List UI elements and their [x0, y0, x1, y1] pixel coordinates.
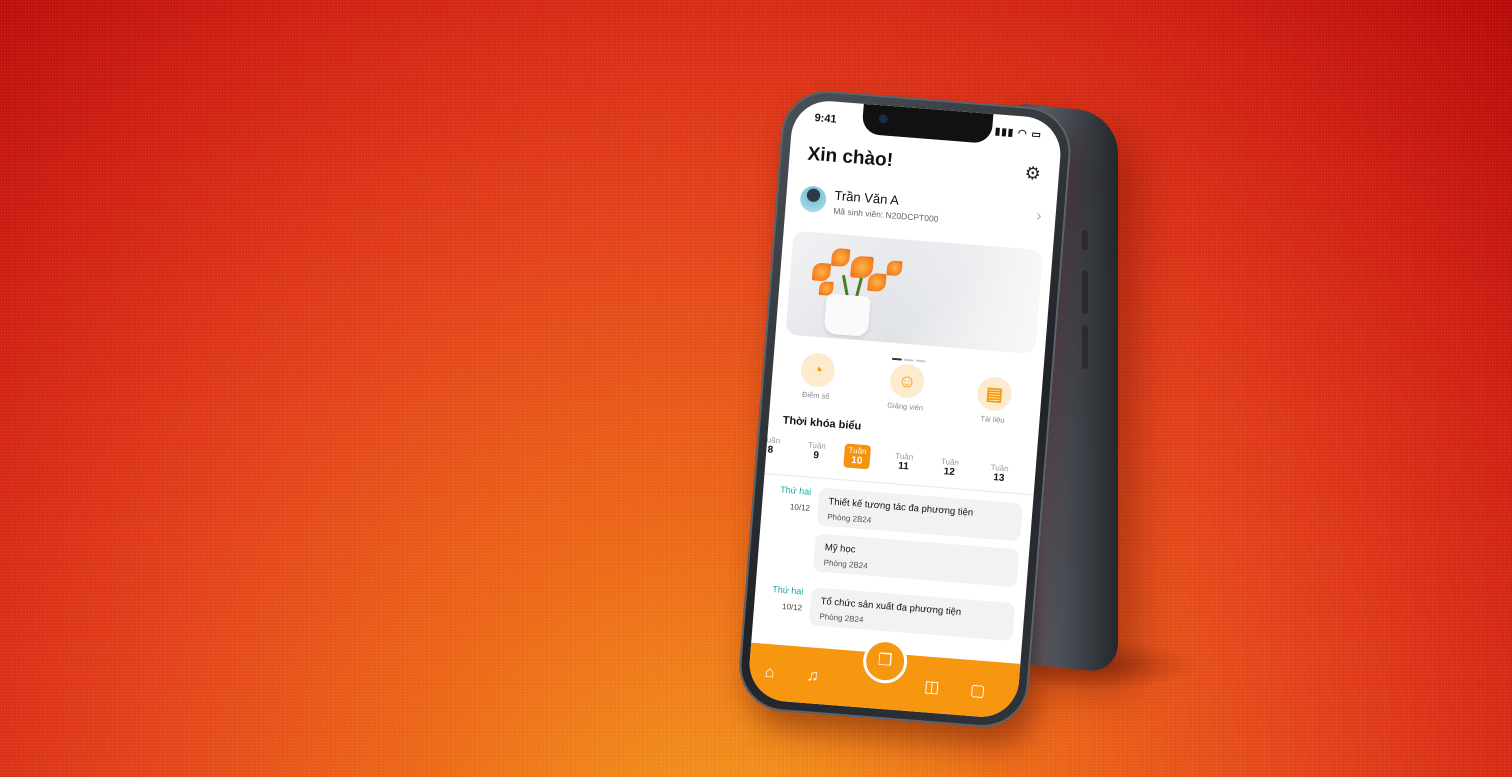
chart-icon: ◔ — [799, 351, 837, 389]
day-label: Thứ hai 10/12 — [749, 583, 804, 613]
quick-action-documents[interactable]: ▤ Tài liệu — [957, 374, 1030, 426]
quick-action-lecturers[interactable]: ☺ Giảng viên — [870, 361, 943, 413]
week-number: 11 — [897, 460, 910, 473]
volume-button — [1082, 229, 1088, 251]
week-tab[interactable]: Tuần 12 — [931, 456, 968, 479]
week-tab[interactable]: Tuần 9 — [798, 440, 835, 463]
person-icon: ☺ — [888, 362, 926, 400]
quick-action-label: Điểm số — [801, 389, 830, 402]
flower-image — [867, 272, 887, 293]
day-label: Thứ hai 10/12 — [757, 483, 812, 513]
banner-wall — [885, 238, 1043, 355]
status-time: 9:41 — [814, 112, 837, 126]
week-tab[interactable]: Tuần 13 — [980, 462, 1017, 485]
student-id: Mã sinh viên: N20DCPT000 — [832, 205, 939, 225]
background-scene: 9:41 ▮▮▮ ◠ ▭ Xin chào! ⚙ Trần Văn A Mã s… — [0, 0, 1512, 777]
day-date: 10/12 — [781, 601, 803, 613]
week-tab[interactable]: Tuần 11 — [885, 451, 922, 474]
week-number: 12 — [943, 466, 956, 479]
schedule-title: Thời khóa biểu — [782, 414, 862, 433]
quick-action-label: Giảng viên — [886, 400, 924, 413]
week-number: 9 — [812, 449, 820, 462]
camera — [878, 114, 889, 124]
power-button — [1082, 324, 1088, 370]
signal-wifi-battery-icon: ▮▮▮ ◠ ▭ — [994, 126, 1043, 141]
banner-carousel[interactable] — [785, 230, 1043, 355]
chat-icon[interactable]: ▢ — [969, 680, 986, 701]
week-number: 13 — [992, 472, 1005, 484]
course-card[interactable]: Mỹ học Phòng 2B24 — [812, 533, 1020, 588]
course-card[interactable]: Thiết kế tương tác đa phương tiện Phòng … — [816, 487, 1023, 542]
day-date: 10/12 — [789, 502, 811, 513]
home-icon[interactable]: ⌂ — [764, 664, 775, 683]
bell-icon[interactable]: ♫ — [806, 667, 819, 686]
center-book-button[interactable]: ❒ — [861, 637, 909, 685]
greeting-title: Xin chào! — [806, 143, 894, 172]
header: Xin chào! ⚙ — [806, 143, 1042, 190]
quick-action-label: Tài liệu — [980, 413, 1005, 425]
gear-icon[interactable]: ⚙ — [1024, 163, 1042, 185]
week-number: 10 — [850, 454, 863, 467]
document-icon: ▤ — [976, 375, 1013, 413]
shopping-bag-icon[interactable]: ◫ — [924, 676, 941, 697]
avatar — [799, 185, 828, 214]
phone-screen: 9:41 ▮▮▮ ◠ ▭ Xin chào! ⚙ Trần Văn A Mã s… — [746, 98, 1064, 720]
quick-action-grades[interactable]: ◔ Điểm số — [781, 350, 854, 402]
profile-name: Trần Văn A — [833, 187, 900, 208]
vase-image — [823, 293, 871, 337]
phone-mockup: 9:41 ▮▮▮ ◠ ▭ Xin chào! ⚙ Trần Văn A Mã s… — [736, 87, 1074, 731]
week-tab-active[interactable]: Tuần 10 — [843, 443, 872, 470]
volume-button — [1082, 269, 1088, 315]
day-name: Thứ hai — [772, 584, 804, 597]
chevron-right-icon: › — [1035, 207, 1043, 226]
flower-image — [831, 247, 851, 268]
course-card[interactable]: Tổ chức sản xuất đa phương tiện Phòng 2B… — [808, 587, 1016, 642]
flower-image — [811, 262, 832, 282]
day-name: Thứ hai — [779, 484, 812, 497]
